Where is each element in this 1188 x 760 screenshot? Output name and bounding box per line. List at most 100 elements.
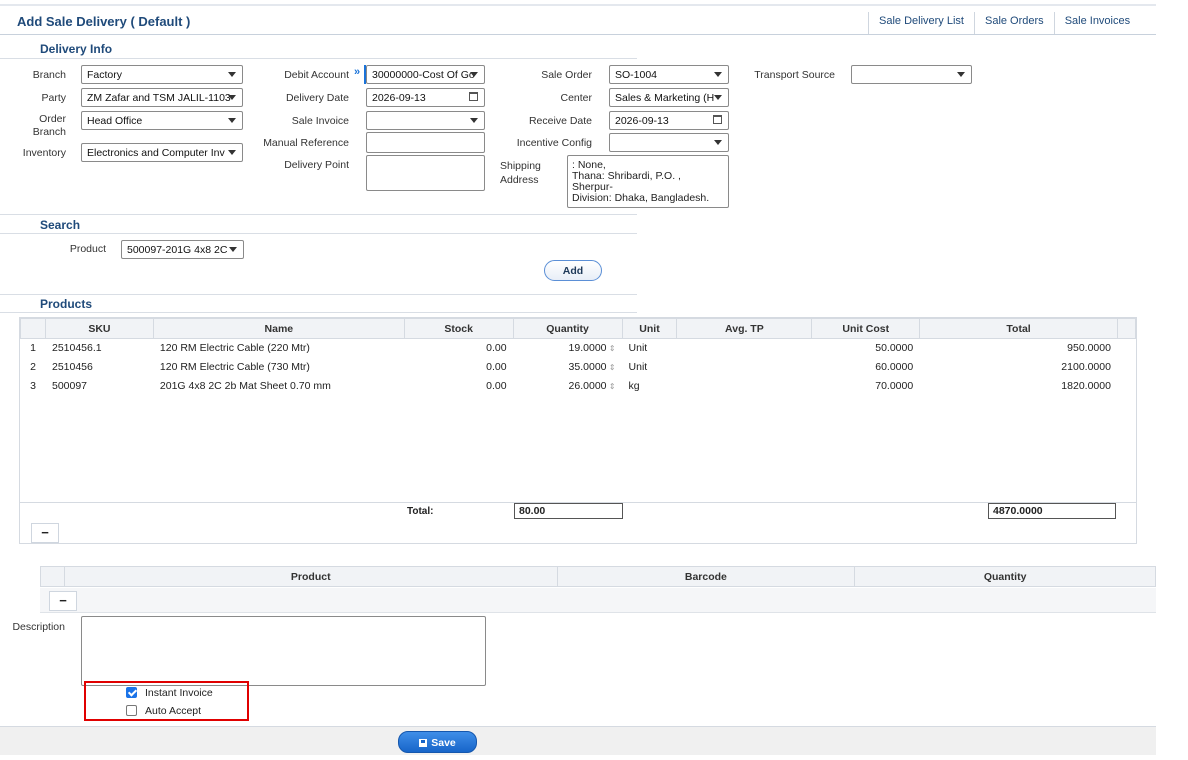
save-button[interactable]: Save <box>398 731 477 753</box>
calendar-icon[interactable] <box>469 92 478 101</box>
center-value: Sales & Marketing (H <box>615 92 715 104</box>
unit-cell: kg <box>621 376 677 396</box>
product-header[interactable]: Product <box>63 566 558 587</box>
debit-account-value: 30000000-Cost Of Go <box>372 69 475 81</box>
branch-value: Factory <box>87 69 123 81</box>
section-divider <box>0 312 637 313</box>
filler-cell <box>1116 338 1136 358</box>
center-select[interactable]: Sales & Marketing (H <box>609 88 729 107</box>
unit-cost-cell: 50.0000 <box>811 338 920 358</box>
chevron-down-icon <box>470 118 478 123</box>
delivery-date-label: Delivery Date <box>285 92 349 104</box>
table-row[interactable]: 2 2510456 120 RM Electric Cable (730 Mtr… <box>20 357 1136 377</box>
total-amount-field: 4870.0000 <box>988 503 1116 519</box>
sku-cell: 2510456.1 <box>44 338 154 358</box>
barcode-grid-footer <box>40 588 1156 613</box>
manual-reference-input[interactable] <box>366 132 485 153</box>
receive-date-value: 2026-09-13 <box>615 115 669 127</box>
sale-orders-link[interactable]: Sale Orders <box>973 12 1054 34</box>
barcode-header[interactable]: Barcode <box>556 566 856 587</box>
delivery-point-textarea[interactable] <box>366 155 485 191</box>
instant-invoice-checkbox[interactable] <box>126 687 137 698</box>
header-divider <box>0 34 1156 35</box>
table-row[interactable]: 1 2510456.1 120 RM Electric Cable (220 M… <box>20 338 1136 358</box>
double-arrow-right-icon: » <box>354 66 361 78</box>
delivery-point-label: Delivery Point <box>284 159 349 171</box>
incentive-config-label: Incentive Config <box>516 137 592 149</box>
top-border <box>0 4 1156 6</box>
party-select[interactable]: ZM Zafar and TSM JALIL-1103 <box>81 88 243 107</box>
total-quantity-field: 80.00 <box>514 503 623 519</box>
receive-date-input[interactable]: 2026-09-13 <box>609 111 729 130</box>
total-cell: 950.0000 <box>919 338 1118 358</box>
incentive-config-select[interactable] <box>609 133 729 152</box>
remove-row-button[interactable]: − <box>31 523 59 543</box>
sale-order-select[interactable]: SO-1004 <box>609 65 729 84</box>
receive-date-label: Receive Date <box>528 115 592 127</box>
stepper-icon[interactable]: ⇕ <box>609 382 616 391</box>
transport-source-select[interactable] <box>851 65 972 84</box>
save-disk-icon <box>419 739 428 747</box>
quantity-cell[interactable]: 26.0000 ⇕ <box>512 376 623 396</box>
row-number-header <box>20 318 46 339</box>
sku-header[interactable]: SKU <box>44 318 154 339</box>
avg-tp-header[interactable]: Avg. TP <box>676 318 813 339</box>
branch-select[interactable]: Factory <box>81 65 243 84</box>
unit-cost-cell: 70.0000 <box>811 376 920 396</box>
avg-tp-cell <box>676 357 812 377</box>
row-number: 2 <box>20 357 46 377</box>
quantity-value: 26.0000 <box>568 380 607 392</box>
inventory-label: Inventory <box>22 147 66 159</box>
scroll-header <box>1116 318 1137 339</box>
quantity-header[interactable]: Quantity <box>854 566 1156 587</box>
sale-order-value: SO-1004 <box>615 69 658 81</box>
unit-header[interactable]: Unit <box>621 318 678 339</box>
stock-header[interactable]: Stock <box>403 318 514 339</box>
quantity-cell[interactable]: 35.0000 ⇕ <box>512 357 623 377</box>
stock-cell: 0.00 <box>403 376 514 396</box>
barcode-table: Product Barcode Quantity <box>40 566 1156 587</box>
calendar-icon[interactable] <box>713 115 722 124</box>
auto-accept-checkbox[interactable] <box>126 705 137 716</box>
shipping-address-label: Shipping Address <box>500 160 541 186</box>
table-row[interactable]: 3 500097 201G 4x8 2C 2b Mat Sheet 0.70 m… <box>20 376 1136 396</box>
order-branch-select[interactable]: Head Office <box>81 111 243 130</box>
manual-reference-label: Manual Reference <box>263 137 349 149</box>
products-header-row: SKU Name Stock Quantity Unit Avg. TP Uni… <box>20 318 1137 339</box>
unit-cost-header[interactable]: Unit Cost <box>811 318 921 339</box>
branch-label: Branch <box>32 69 66 81</box>
sale-invoices-link[interactable]: Sale Invoices <box>1053 12 1140 34</box>
stepper-icon[interactable]: ⇕ <box>609 363 616 372</box>
description-label: Description <box>12 621 65 633</box>
section-divider <box>0 214 637 215</box>
delivery-date-value: 2026-09-13 <box>372 92 426 104</box>
sale-invoice-select[interactable] <box>366 111 485 130</box>
search-title: Search <box>40 218 81 232</box>
center-label: Center <box>560 92 592 104</box>
description-textarea[interactable] <box>81 616 486 686</box>
order-branch-label: Order Branch <box>32 113 66 138</box>
remove-barcode-row-button[interactable]: − <box>49 591 77 611</box>
stock-cell: 0.00 <box>403 338 514 358</box>
row-number: 3 <box>20 376 46 396</box>
products-title: Products <box>40 297 93 311</box>
stock-cell: 0.00 <box>403 357 514 377</box>
debit-account-label: Debit Account <box>284 69 349 81</box>
shipping-address-textarea[interactable]: : None, Thana: Shribardi, P.O. , Sherpur… <box>567 155 729 208</box>
unit-cell: Unit <box>621 357 677 377</box>
product-search-select[interactable]: 500097-201G 4x8 2C <box>121 240 244 259</box>
stepper-icon[interactable]: ⇕ <box>609 344 616 353</box>
quantity-cell[interactable]: 19.0000 ⇕ <box>512 338 623 358</box>
add-button[interactable]: Add <box>544 260 602 281</box>
inventory-select[interactable]: Electronics and Computer Inv <box>81 143 243 162</box>
quantity-header[interactable]: Quantity <box>512 318 623 339</box>
debit-account-select[interactable]: 30000000-Cost Of Go <box>366 65 485 84</box>
total-header[interactable]: Total <box>919 318 1118 339</box>
name-header[interactable]: Name <box>152 318 405 339</box>
sale-delivery-list-link[interactable]: Sale Delivery List <box>868 12 974 34</box>
name-cell: 120 RM Electric Cable (730 Mtr) <box>152 357 405 377</box>
delivery-date-input[interactable]: 2026-09-13 <box>366 88 485 107</box>
filler-cell <box>1116 357 1136 377</box>
auto-accept-label: Auto Accept <box>145 705 202 717</box>
chevron-down-icon <box>470 72 478 77</box>
